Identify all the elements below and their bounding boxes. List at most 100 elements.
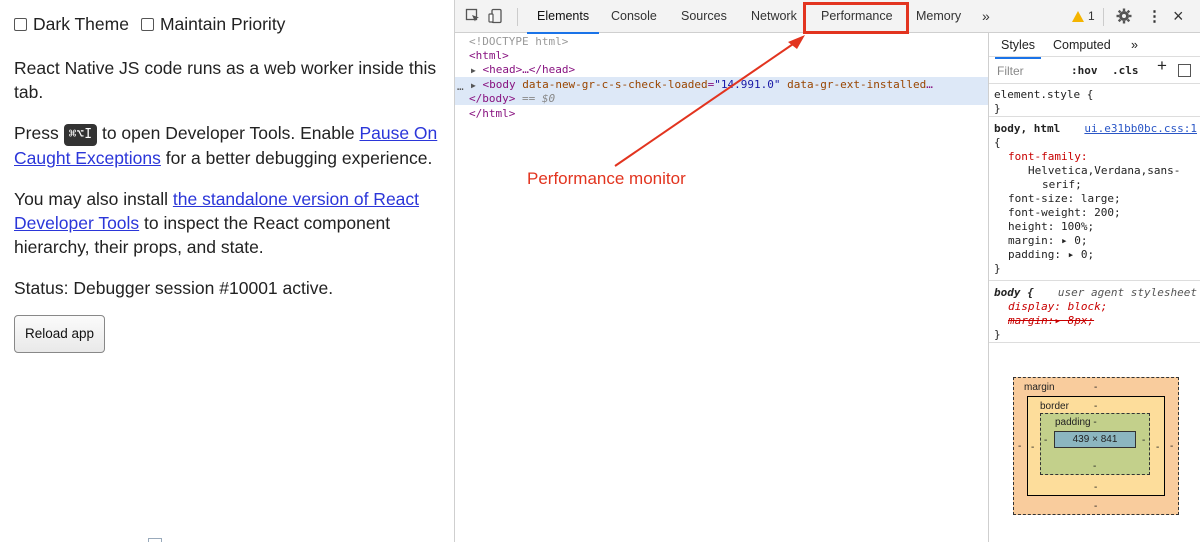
rule-close-brace: } bbox=[994, 102, 1001, 115]
ua-rule-selector[interactable]: body { bbox=[994, 286, 1034, 300]
cls-toggle[interactable]: .cls bbox=[1112, 64, 1139, 78]
shortcut-key: ⌘⌥I bbox=[63, 124, 98, 146]
body-close-node[interactable]: </body> == $0 bbox=[469, 92, 555, 106]
font-weight-property[interactable]: font-weight: 200; bbox=[994, 206, 1197, 220]
reload-app-button[interactable]: Reload app bbox=[14, 315, 106, 353]
warning-count: 1 bbox=[1088, 9, 1095, 23]
tab-performance[interactable]: Performance bbox=[821, 0, 893, 33]
padding-right-value[interactable]: - bbox=[1142, 434, 1145, 448]
status-text: Status: Debugger session #10001 active. bbox=[14, 278, 334, 298]
border-bottom-value[interactable]: - bbox=[1094, 481, 1097, 495]
dark-theme-label: Dark Theme bbox=[33, 14, 129, 34]
toggle-sidebar-icon[interactable] bbox=[1178, 64, 1191, 77]
html-open-node[interactable]: <html> bbox=[469, 49, 509, 63]
toolbar-divider bbox=[517, 8, 518, 26]
warnings-badge[interactable]: 1 bbox=[1072, 9, 1095, 23]
margin-label: margin bbox=[1024, 382, 1055, 393]
inspect-element-icon[interactable] bbox=[465, 8, 481, 24]
tab-sources[interactable]: Sources bbox=[681, 0, 727, 33]
tab-network[interactable]: Network bbox=[751, 0, 797, 33]
border-label: border bbox=[1040, 401, 1069, 412]
maintain-priority-label: Maintain Priority bbox=[159, 14, 286, 34]
annotation-arrow bbox=[614, 35, 805, 167]
styles-sidebar: Styles Computed » Filter :hov .cls + ele… bbox=[988, 33, 1200, 542]
tab-elements[interactable]: Elements bbox=[526, 0, 600, 34]
padding-left-value[interactable]: - bbox=[1044, 434, 1047, 448]
expand-arrow-icon[interactable]: ▶ bbox=[471, 66, 476, 75]
stylesheet-source-link[interactable]: ui.e31bb0bc.css:1 bbox=[1084, 122, 1197, 136]
toolbar-divider bbox=[1103, 8, 1104, 26]
more-subtabs-button[interactable]: » bbox=[1131, 38, 1138, 52]
install-text: You may also install bbox=[14, 189, 173, 209]
worker-info-text: React Native JS code runs as a web worke… bbox=[14, 58, 437, 102]
device-toolbar-icon[interactable] bbox=[488, 8, 504, 24]
font-family-property[interactable]: font-family: bbox=[994, 150, 1197, 164]
element-style-selector[interactable]: element.style { bbox=[994, 88, 1197, 102]
padding-label: padding - bbox=[1055, 417, 1097, 428]
height-property[interactable]: height: 100%; bbox=[994, 220, 1197, 234]
more-tabs-button[interactable]: » bbox=[982, 0, 990, 33]
maintain-priority-checkbox[interactable] bbox=[140, 17, 154, 31]
border-left-value[interactable]: - bbox=[1031, 441, 1034, 455]
rule-selector[interactable]: body, html bbox=[994, 122, 1060, 136]
border-top-value[interactable]: - bbox=[1094, 400, 1097, 414]
elements-tree: <!DOCTYPE html> <html> ▶ <head>…</head> … bbox=[455, 33, 988, 542]
tab-memory[interactable]: Memory bbox=[916, 0, 961, 33]
body-html-rule: body, html ui.e31bb0bc.css:1 { font-fami… bbox=[989, 119, 1200, 281]
rule-open-brace: { bbox=[994, 136, 1001, 149]
close-devtools-button[interactable]: × bbox=[1173, 0, 1184, 33]
node-actions-dots[interactable]: … bbox=[457, 80, 464, 94]
devtools-panel: Elements Console Sources Network Perform… bbox=[454, 0, 1200, 542]
rule-close-brace: } bbox=[994, 328, 1001, 341]
expand-arrow-icon[interactable]: ▶ bbox=[471, 81, 476, 90]
border-right-value[interactable]: - bbox=[1156, 441, 1159, 455]
dark-theme-checkbox[interactable] bbox=[14, 17, 27, 31]
devtools-tabbar: Elements Console Sources Network Perform… bbox=[455, 0, 1200, 34]
tab-computed[interactable]: Computed bbox=[1053, 38, 1111, 52]
html-close-node[interactable]: </html> bbox=[469, 107, 515, 121]
rule-close-brace: } bbox=[994, 262, 1001, 275]
margin-bottom-value[interactable]: - bbox=[1094, 500, 1097, 514]
better-debugging-text: for a better debugging experience. bbox=[160, 148, 433, 168]
ua-display-property[interactable]: display: block; bbox=[994, 300, 1197, 314]
gear-icon[interactable] bbox=[1116, 8, 1132, 24]
padding-property[interactable]: padding: ▸ 0; bbox=[994, 248, 1197, 262]
standalone-hint-text: You may also install the standalone vers… bbox=[14, 187, 440, 259]
dark-theme-option[interactable]: Dark Theme bbox=[14, 12, 129, 36]
doctype-node[interactable]: <!DOCTYPE html> bbox=[469, 35, 568, 49]
selected-marker: == $0 bbox=[521, 92, 556, 105]
debugger-page: Dark Theme Maintain Priority React Nativ… bbox=[0, 0, 454, 542]
options-row: Dark Theme Maintain Priority bbox=[14, 12, 440, 36]
margin-left-value[interactable]: - bbox=[1018, 440, 1021, 454]
new-rule-button[interactable]: + bbox=[1157, 57, 1167, 74]
hov-toggle[interactable]: :hov bbox=[1071, 64, 1098, 78]
body-tag: <body bbox=[482, 78, 516, 91]
press-text: Press bbox=[14, 123, 64, 143]
padding-bottom-value[interactable]: - bbox=[1093, 460, 1096, 474]
open-devtools-text: to open Developer Tools. Enable bbox=[97, 123, 360, 143]
font-family-value-cont: serif; bbox=[1042, 178, 1082, 191]
devtools-hint-text: Press ⌘⌥I to open Developer Tools. Enabl… bbox=[14, 121, 440, 170]
tab-console[interactable]: Console bbox=[611, 0, 657, 33]
tab-styles[interactable]: Styles bbox=[994, 38, 1042, 59]
ua-source-label: user agent stylesheet bbox=[1057, 286, 1197, 299]
element-style-rule: element.style { } bbox=[989, 85, 1200, 117]
margin-top-value[interactable]: - bbox=[1094, 381, 1097, 395]
head-tag: <head>…</head> bbox=[482, 63, 576, 76]
head-node[interactable]: ▶ <head>…</head> bbox=[471, 63, 575, 78]
margin-right-value[interactable]: - bbox=[1170, 440, 1173, 454]
margin-property[interactable]: margin: ▸ 0; bbox=[994, 234, 1197, 248]
performance-monitor-annotation: Performance monitor bbox=[527, 169, 686, 188]
ua-margin-property-overridden[interactable]: margin:▸ 8px; bbox=[994, 314, 1197, 328]
styles-filter-row: Filter :hov .cls + bbox=[989, 57, 1200, 84]
box-model-content[interactable]: 439 × 841 bbox=[1054, 431, 1136, 448]
box-model-border[interactable]: border - - - - padding - - - - 439 × 841 bbox=[1027, 396, 1165, 496]
font-size-property[interactable]: font-size: large; bbox=[994, 192, 1197, 206]
maintain-priority-option[interactable]: Maintain Priority bbox=[140, 12, 286, 36]
box-model-padding[interactable]: padding - - - - 439 × 841 bbox=[1040, 413, 1150, 475]
more-options-menu[interactable]: ⋮ bbox=[1147, 0, 1162, 33]
font-family-value[interactable]: Helvetica,Verdana,sans- bbox=[994, 164, 1197, 178]
filter-input[interactable]: Filter bbox=[997, 64, 1024, 78]
box-model-margin[interactable]: margin - - - - border - - - - padding - … bbox=[1013, 377, 1179, 515]
partial-element bbox=[148, 538, 162, 542]
